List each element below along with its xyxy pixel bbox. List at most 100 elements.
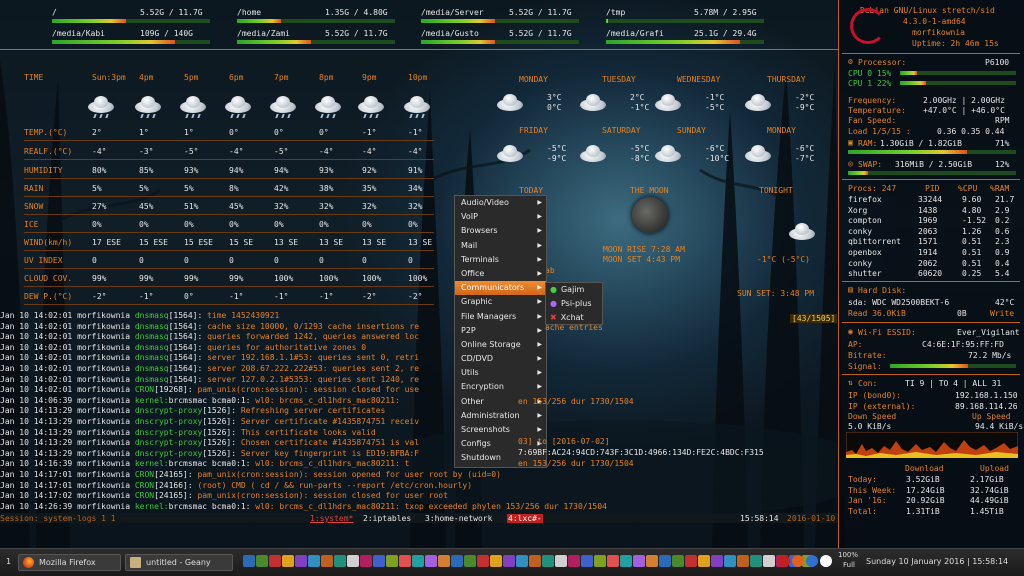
submenu-item-psi-plus[interactable]: ● Psi-plus [546, 297, 602, 311]
tray-app-icon[interactable] [438, 555, 450, 567]
weather-cell: 13 SE [408, 238, 433, 247]
hdd-temp: 42°C [995, 298, 1015, 307]
menu-item-administration[interactable]: Administration ▶ [455, 409, 546, 423]
tray-app-icon[interactable] [737, 555, 749, 567]
tray-app-icon[interactable] [594, 555, 606, 567]
tray-app-icon[interactable] [529, 555, 541, 567]
weather-cell: 45% [229, 202, 244, 211]
tray-app-icon[interactable] [321, 555, 333, 567]
log-message: Refreshing server certificates [240, 406, 386, 416]
tray-app-icon[interactable] [269, 555, 281, 567]
tray-app-icon[interactable] [360, 555, 372, 567]
tray-app-icon[interactable] [386, 555, 398, 567]
tray-app-icon[interactable] [490, 555, 502, 567]
menu-item-online-storage[interactable]: Online Storage ▶ [455, 338, 546, 352]
weather-cell: 45% [139, 202, 154, 211]
tray-app-icon[interactable] [750, 555, 762, 567]
tray-app-icon[interactable] [620, 555, 632, 567]
firefox-icon [23, 557, 34, 568]
menu-item-graphic[interactable]: Graphic ▶ [455, 295, 546, 309]
tray-app-icon[interactable] [451, 555, 463, 567]
tray-app-icon[interactable] [412, 555, 424, 567]
tray-app-icon[interactable] [282, 555, 294, 567]
weather-cell: 15 ESE [139, 238, 168, 247]
chevron-right-icon: ▶ [537, 312, 542, 320]
tray-app-icon[interactable] [607, 555, 619, 567]
submenu-item-label: Xchat [560, 313, 584, 322]
tray-app-icon[interactable] [698, 555, 710, 567]
tray-app-icon[interactable] [243, 555, 255, 567]
log-process: dnscrypt-proxy [134, 448, 203, 458]
tray-app-icon[interactable] [503, 555, 515, 567]
taskbar-firefox[interactable]: Mozilla Firefox [18, 554, 121, 571]
menu-item-communicators[interactable]: Communicators ▶ [455, 281, 546, 296]
tray-app-icon[interactable] [568, 555, 580, 567]
taskbar-geany[interactable]: untitled - Geany [125, 554, 233, 571]
log-host: morfikownia [77, 480, 135, 490]
weather-cell: 99% [139, 274, 154, 283]
tray-app-icon[interactable] [646, 555, 658, 567]
processor-label: Processor: [858, 58, 907, 67]
tmux-window-1[interactable]: 1:system* [310, 514, 353, 523]
tray-app-icon[interactable] [685, 555, 697, 567]
up-value: 94.4 KiB/s [975, 422, 1024, 431]
chevron-right-icon: ▶ [537, 298, 542, 306]
menu-item-utils[interactable]: Utils ▶ [455, 366, 546, 380]
tray-app-icon[interactable] [542, 555, 554, 567]
hour-label: 9pm [362, 73, 377, 82]
menu-item-browsers[interactable]: Browsers ▶ [455, 224, 546, 238]
tmux-window-4[interactable]: 4:lxc#- [507, 514, 543, 523]
tray-app-icon[interactable] [763, 555, 775, 567]
tray-app-icon[interactable] [555, 555, 567, 567]
tray-app-icon[interactable] [373, 555, 385, 567]
tmux-window-3[interactable]: 3:home-network [425, 514, 492, 523]
tray-app-icon[interactable] [724, 555, 736, 567]
weather-cell: 38% [319, 184, 334, 193]
weather-cell: 35% [362, 184, 377, 193]
tray-app-icon[interactable] [659, 555, 671, 567]
process-pid: 1571 [918, 237, 938, 247]
tray-app-icon[interactable] [464, 555, 476, 567]
tray-app-icon[interactable] [308, 555, 320, 567]
menu-item-file-managers[interactable]: File Managers ▶ [455, 310, 546, 324]
menu-item-audio-video[interactable]: Audio/Video ▶ [455, 196, 546, 210]
tmux-window-2[interactable]: 2:iptables [363, 514, 411, 523]
clock[interactable]: Sunday 10 January 2016 | 15:58:14 [866, 557, 1008, 566]
traffic-period: Total: [848, 506, 877, 516]
menu-item-voip[interactable]: VoIP ▶ [455, 210, 546, 224]
tray-app-icon[interactable] [295, 555, 307, 567]
communicators-submenu[interactable]: ● Gajim ● Psi-plus ✖ Xchat [545, 282, 603, 325]
tray-app-icon[interactable] [581, 555, 593, 567]
menu-item-screenshots[interactable]: Screenshots ▶ [455, 423, 546, 437]
tray-app-icon[interactable] [347, 555, 359, 567]
traffic-download: 3.52GiB [906, 475, 940, 484]
menu-item-p2p[interactable]: P2P ▶ [455, 324, 546, 338]
snow-cloud-icon [651, 144, 685, 162]
tray-app-icon[interactable] [633, 555, 645, 567]
menu-item-mail[interactable]: Mail ▶ [455, 239, 546, 253]
menu-item-terminals[interactable]: Terminals ▶ [455, 253, 546, 267]
tray-app-icon[interactable] [425, 555, 437, 567]
tray-app-icon[interactable] [399, 555, 411, 567]
forecast-high: 3°C [547, 93, 562, 102]
menu-item-label: Terminals [461, 254, 499, 264]
row-divider [24, 140, 434, 141]
row-divider [24, 250, 434, 251]
menu-item-cd-dvd[interactable]: CD/DVD ▶ [455, 352, 546, 366]
disk-bar-track [606, 19, 764, 23]
log-line: Jan 10 14:13:29 morfikownia dnscrypt-pro… [0, 417, 820, 428]
hdd-write-label: Write [990, 309, 1015, 318]
tray-app-icon[interactable] [334, 555, 346, 567]
application-menu[interactable]: Audio/Video ▶ VoIP ▶ Browsers ▶ Mail ▶ Terminals… [454, 195, 547, 468]
tray-app-icon[interactable] [477, 555, 489, 567]
menu-item-office[interactable]: Office ▶ [455, 267, 546, 281]
tray-app-icon[interactable] [256, 555, 268, 567]
tray-app-icon[interactable] [516, 555, 528, 567]
tray-app-icon[interactable] [711, 555, 723, 567]
tray-app-icon[interactable] [672, 555, 684, 567]
desktop-number[interactable]: 1 [6, 557, 11, 566]
menu-item-encryption[interactable]: Encryption ▶ [455, 380, 546, 394]
disk-path: /home [237, 8, 262, 17]
process-cpu: 9.60 [962, 195, 982, 204]
submenu-item-gajim[interactable]: ● Gajim [546, 283, 602, 297]
